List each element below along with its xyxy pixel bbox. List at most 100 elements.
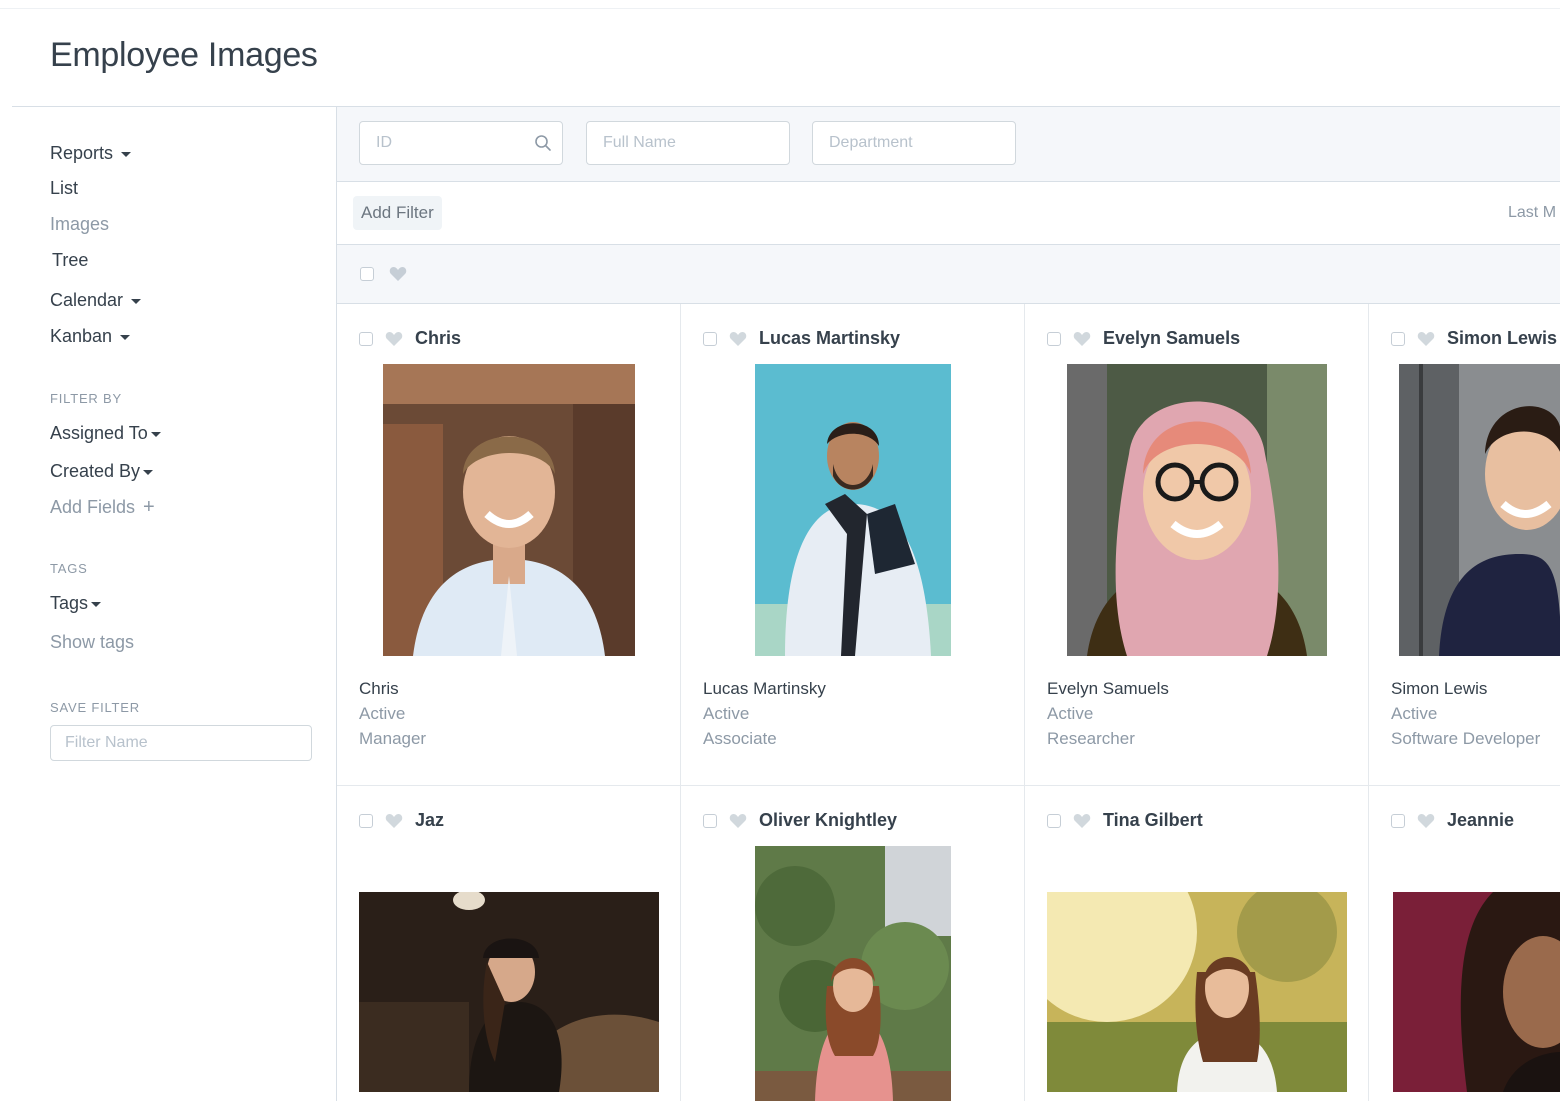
card-checkbox[interactable]: [703, 813, 717, 828]
add-filter-button[interactable]: Add Filter: [353, 196, 442, 230]
employee-card[interactable]: Tina Gilbert: [1025, 786, 1369, 1101]
card-details: Simon Lewis Active Software Developer: [1391, 676, 1540, 751]
card-header: Lucas Martinsky: [703, 328, 900, 349]
sidebar-item-tree[interactable]: Tree: [52, 250, 88, 271]
heart-icon[interactable]: [1417, 331, 1435, 347]
card-title[interactable]: Chris: [415, 328, 461, 348]
card-title[interactable]: Evelyn Samuels: [1103, 328, 1240, 348]
chevron-down-icon: [131, 298, 142, 304]
employee-photo[interactable]: [359, 892, 659, 1092]
plus-icon: +: [143, 496, 155, 518]
department-filter-input[interactable]: Department: [812, 121, 1016, 165]
employee-photo[interactable]: [1067, 364, 1327, 656]
filter-by-heading: FILTER BY: [50, 391, 122, 406]
card-title[interactable]: Tina Gilbert: [1103, 810, 1203, 830]
chevron-down-icon: [121, 151, 132, 157]
sidebar-item-images[interactable]: Images: [50, 214, 109, 235]
card-title[interactable]: Jeannie: [1447, 810, 1514, 830]
employee-card[interactable]: Chris Chris Active Manager: [337, 304, 681, 786]
heart-icon[interactable]: [385, 331, 403, 347]
employee-card[interactable]: Lucas Martinsky Lucas Martinsky Active A…: [681, 304, 1025, 786]
search-icon: [535, 135, 551, 151]
add-fields-button[interactable]: Add Fields +: [50, 496, 155, 519]
main-panel: ID Full Name Department Add Filter Last …: [336, 107, 1560, 1101]
heart-icon[interactable]: [385, 813, 403, 829]
employee-card[interactable]: Simon Lewis Simon Lewis Active Software …: [1369, 304, 1560, 786]
sort-selector[interactable]: Last M: [1508, 204, 1556, 222]
sidebar-item-list[interactable]: List: [50, 178, 78, 199]
card-header: Simon Lewis: [1391, 328, 1557, 349]
employee-designation: Associate: [703, 729, 777, 748]
filter-assigned-to[interactable]: Assigned To: [50, 423, 161, 444]
card-title[interactable]: Oliver Knightley: [759, 810, 897, 830]
card-checkbox[interactable]: [703, 331, 717, 346]
select-all-row: [337, 245, 1560, 304]
tags-dropdown[interactable]: Tags: [50, 593, 102, 614]
card-header: Chris: [359, 328, 461, 349]
card-header: Tina Gilbert: [1047, 810, 1203, 831]
sidebar-item-calendar[interactable]: Calendar: [50, 290, 142, 311]
card-header: Evelyn Samuels: [1047, 328, 1240, 349]
employee-card[interactable]: Jeannie: [1369, 786, 1560, 1101]
employee-designation: Manager: [359, 729, 427, 748]
employee-status: Active: [1047, 704, 1094, 723]
filter-actions-row: Add Filter Last M: [337, 182, 1560, 245]
card-details: Evelyn Samuels Active Researcher: [1047, 676, 1169, 751]
filter-name-input[interactable]: Filter Name: [50, 725, 312, 761]
employee-photo[interactable]: [1047, 892, 1347, 1092]
sidebar-item-kanban[interactable]: Kanban: [50, 326, 131, 347]
heart-icon[interactable]: [1417, 813, 1435, 829]
employee-name: Lucas Martinsky: [703, 679, 826, 698]
show-tags-link[interactable]: Show tags: [50, 632, 134, 653]
employee-name: Simon Lewis: [1391, 679, 1488, 698]
heart-icon[interactable]: [729, 813, 747, 829]
card-header: Oliver Knightley: [703, 810, 897, 831]
card-checkbox[interactable]: [359, 813, 373, 828]
chevron-down-icon: [91, 601, 102, 607]
sidebar-item-reports[interactable]: Reports: [50, 143, 132, 164]
card-checkbox[interactable]: [359, 331, 373, 346]
heart-icon[interactable]: [1073, 331, 1091, 347]
heart-icon[interactable]: [1073, 813, 1091, 829]
card-checkbox[interactable]: [1391, 813, 1405, 828]
employee-card[interactable]: Evelyn Samuels Evelyn Samuels Active Res: [1025, 304, 1369, 786]
employee-status: Active: [1391, 704, 1438, 723]
employee-card[interactable]: Jaz: [337, 786, 681, 1101]
sidebar-item-label: Reports: [50, 143, 114, 163]
top-bar: [0, 0, 1560, 9]
id-filter-input[interactable]: ID: [359, 121, 563, 165]
employee-name: Chris: [359, 679, 399, 698]
card-title[interactable]: Simon Lewis: [1447, 328, 1557, 348]
employee-photo[interactable]: [755, 364, 951, 656]
employee-photo[interactable]: [755, 846, 951, 1101]
heart-icon[interactable]: [389, 266, 407, 282]
sidebar-item-label: Calendar: [50, 290, 124, 310]
employee-photo[interactable]: [1393, 892, 1560, 1092]
filter-label: Created By: [50, 461, 141, 481]
tags-heading: TAGS: [50, 561, 88, 576]
card-header: Jeannie: [1391, 810, 1514, 831]
sidebar-item-label: Tree: [52, 250, 89, 270]
filter-bar: ID Full Name Department: [337, 107, 1560, 182]
employee-photo[interactable]: [383, 364, 635, 656]
employee-name: Evelyn Samuels: [1047, 679, 1169, 698]
full-name-filter-input[interactable]: Full Name: [586, 121, 790, 165]
employee-photo[interactable]: [1399, 364, 1560, 656]
sidebar-item-label: Images: [50, 214, 110, 234]
heart-icon[interactable]: [729, 331, 747, 347]
employee-designation: Software Developer: [1391, 729, 1541, 748]
employee-status: Active: [703, 704, 750, 723]
card-title[interactable]: Lucas Martinsky: [759, 328, 900, 348]
filter-created-by[interactable]: Created By: [50, 461, 154, 482]
select-all-checkbox[interactable]: [360, 267, 374, 281]
card-checkbox[interactable]: [1047, 813, 1061, 828]
card-checkbox[interactable]: [1047, 331, 1061, 346]
card-details: Lucas Martinsky Active Associate: [703, 676, 826, 751]
card-details: Chris Active Manager: [359, 676, 426, 751]
chevron-down-icon: [150, 431, 161, 437]
sidebar-item-label: List: [50, 178, 79, 198]
employee-card[interactable]: Oliver Knightley: [681, 786, 1025, 1101]
card-checkbox[interactable]: [1391, 331, 1405, 346]
card-title[interactable]: Jaz: [415, 810, 444, 830]
card-header: Jaz: [359, 810, 444, 831]
